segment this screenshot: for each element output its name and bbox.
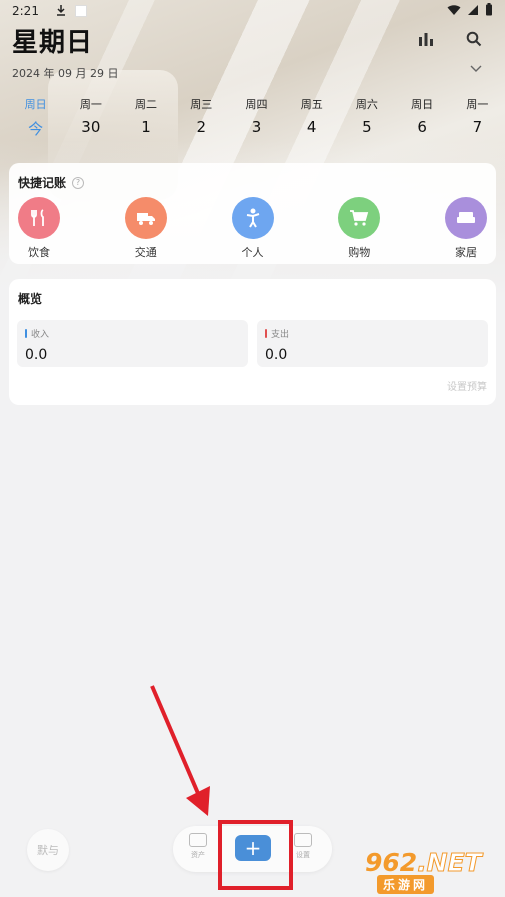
cart-icon	[338, 197, 381, 239]
set-budget-link[interactable]: 设置预算	[447, 378, 487, 393]
quick-item[interactable]: 个人	[231, 197, 275, 260]
signal-icon	[467, 4, 479, 19]
watermark-sub: 乐游网	[377, 875, 435, 894]
fork-knife-icon	[18, 197, 60, 239]
week-day-number: 4	[306, 118, 317, 136]
week-day-number: 1	[141, 118, 151, 136]
week-day-label: 周三	[190, 98, 213, 111]
truck-icon	[124, 197, 167, 239]
date-label: 2024 年 09 月 29 日	[12, 67, 119, 80]
week-day[interactable]: 周一 30	[63, 96, 118, 139]
watermark-main: 962	[365, 848, 418, 877]
week-day-label: 周四	[245, 98, 268, 111]
expense-value: 0.0	[265, 347, 288, 363]
week-day-number: 今	[28, 120, 44, 138]
week-day[interactable]: 周三 2	[174, 96, 229, 139]
week-day-label: 周日	[24, 98, 47, 111]
overview-card: 概览 收入 0.0 支出 0.0 设置预算	[9, 279, 496, 405]
header: 星期日 2024 年 09 月 29 日	[12, 22, 118, 81]
week-day-label: 周一	[79, 98, 102, 111]
income-value: 0.0	[25, 347, 48, 363]
nav-settings[interactable]: 设置	[294, 833, 312, 860]
quick-item-label: 交通	[134, 246, 157, 259]
week-day-label: 周五	[300, 98, 323, 111]
quick-item-label: 购物	[348, 246, 371, 259]
overview-title: 概览	[18, 292, 43, 306]
battery-icon	[485, 3, 493, 19]
status-time: 2:21	[12, 4, 39, 18]
quick-item-label: 家居	[455, 246, 477, 259]
notification-icon	[74, 5, 87, 17]
chevron-down-icon[interactable]	[469, 58, 483, 77]
week-day-number: 5	[362, 118, 372, 136]
week-day-number: 7	[472, 118, 483, 136]
week-day-label: 周六	[355, 98, 378, 111]
week-day-label: 周日	[411, 98, 434, 111]
expense-box[interactable]: 支出 0.0	[257, 320, 488, 367]
week-strip: 周日今 周一 30 周二 1 周三 2 周四 3 周五 4 周六 5 周日 6 周一 7	[8, 96, 505, 139]
week-day-number: 6	[417, 118, 427, 136]
nav-assets[interactable]: 资产	[189, 833, 207, 860]
annotation-arrow	[150, 685, 210, 816]
quick-item-label: 个人	[241, 246, 264, 259]
week-day[interactable]: 周一 7	[450, 96, 505, 139]
card-title: 快捷记账 ?	[18, 174, 85, 191]
income-box[interactable]: 收入 0.0	[17, 320, 248, 367]
week-day-label: 周一	[466, 98, 489, 111]
settings-icon	[294, 833, 312, 847]
quick-item[interactable]: 购物	[337, 197, 381, 260]
top-actions	[415, 28, 485, 50]
quick-entry-title: 快捷记账	[18, 176, 67, 190]
watermark: 962.NET 乐游网	[365, 848, 500, 894]
quick-entry-card: 快捷记账 ? 饮食 交通 个人 购物 家居	[9, 163, 496, 264]
week-day[interactable]: 周日 6	[395, 96, 450, 139]
bottom-left-button[interactable]: 默与	[27, 829, 69, 871]
week-day-number: 3	[251, 118, 262, 136]
download-icon	[55, 4, 67, 19]
week-day[interactable]: 周五 4	[284, 96, 339, 139]
income-color-bar	[25, 329, 27, 338]
person-icon	[231, 197, 274, 239]
quick-item-label: 饮食	[28, 246, 50, 259]
week-day[interactable]: 周六 5	[339, 96, 394, 139]
wifi-icon	[447, 4, 461, 19]
quick-items: 饮食 交通 个人 购物 家居	[9, 197, 496, 260]
quick-item[interactable]: 饮食	[17, 197, 61, 260]
sofa-icon	[445, 197, 487, 239]
income-label: 收入	[31, 330, 50, 340]
bar-chart-icon[interactable]	[415, 28, 437, 50]
week-day[interactable]: 周四 3	[229, 96, 284, 139]
week-day-number: 30	[81, 118, 101, 136]
week-day-number: 2	[196, 118, 207, 136]
help-icon[interactable]: ?	[72, 176, 85, 189]
nav-settings-label: 设置	[296, 851, 310, 859]
status-bar: 2:21	[0, 0, 505, 22]
wallet-icon	[189, 833, 207, 847]
watermark-net: .NET	[417, 848, 483, 878]
quick-item[interactable]: 交通	[124, 197, 168, 260]
expense-color-bar	[265, 329, 267, 338]
nav-assets-label: 资产	[191, 851, 205, 859]
week-day[interactable]: 周日今	[8, 96, 63, 139]
week-day[interactable]: 周二 1	[118, 96, 173, 139]
overview-boxes: 收入 0.0 支出 0.0	[17, 320, 488, 367]
quick-item[interactable]: 家居	[444, 197, 488, 260]
search-icon[interactable]	[463, 28, 485, 50]
expense-label: 支出	[271, 330, 290, 340]
week-day-label: 周二	[135, 98, 158, 111]
page-title: 星期日	[12, 28, 94, 58]
annotation-highlight-box	[218, 820, 293, 890]
